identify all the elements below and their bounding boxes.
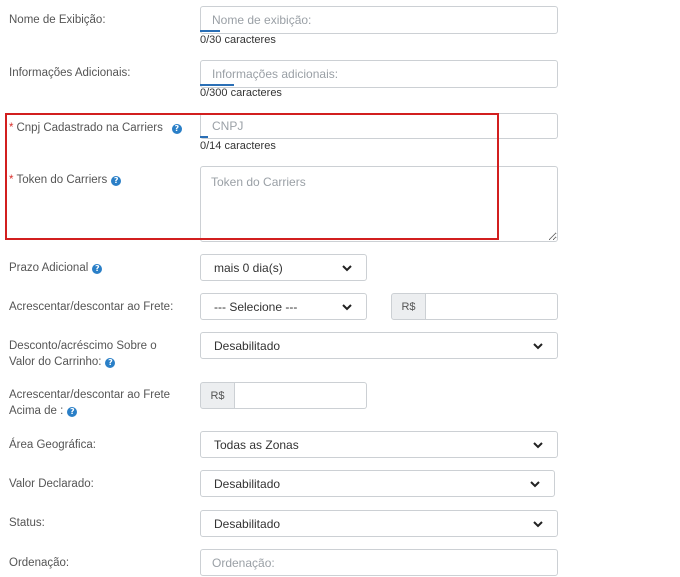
token-label: * Token do Carriers? bbox=[9, 172, 122, 188]
token-required-mark: * bbox=[9, 174, 14, 186]
token-label-text: Token do Carriers bbox=[16, 174, 108, 186]
ordenacao-input[interactable] bbox=[200, 549, 558, 576]
area-select-value: Todas as Zonas bbox=[214, 437, 299, 452]
token-textarea[interactable] bbox=[200, 166, 558, 242]
frete-acima-label-line2: Acima de : bbox=[9, 405, 64, 417]
display-name-focus-bar bbox=[200, 30, 220, 32]
frete-amount-input[interactable] bbox=[426, 293, 558, 320]
frete-acima-label: Acrescentar/descontar ao Frete Acima de … bbox=[9, 387, 170, 419]
cnpj-label: * Cnpj Cadastrado na Carriers? bbox=[9, 120, 182, 136]
frete-currency-addon: R$ bbox=[391, 293, 426, 320]
status-select-value: Desabilitado bbox=[214, 516, 281, 531]
ordenacao-label: Ordenação: bbox=[9, 557, 70, 569]
cnpj-focus-bar bbox=[200, 136, 208, 138]
status-label: Status: bbox=[9, 517, 45, 529]
valor-declarado-label: Valor Declarado: bbox=[9, 478, 94, 490]
cnpj-label-text: Cnpj Cadastrado na Carriers bbox=[16, 122, 163, 134]
desconto-carrinho-label-line2: Valor do Carrinho: bbox=[9, 356, 102, 368]
frete-acima-label-line1: Acrescentar/descontar ao Frete bbox=[9, 389, 171, 401]
desconto-carrinho-label: Desconto/acréscimo Sobre o Valor do Carr… bbox=[9, 338, 157, 370]
desconto-carrinho-label-line1: Desconto/acréscimo Sobre o bbox=[9, 340, 157, 352]
additional-info-input[interactable] bbox=[200, 60, 558, 88]
chevron-down-icon bbox=[530, 480, 540, 487]
chevron-down-icon bbox=[342, 264, 352, 271]
desconto-carrinho-select-value: Desabilitado bbox=[214, 338, 281, 353]
valor-declarado-select-value: Desabilitado bbox=[214, 476, 281, 491]
additional-info-label: Informações Adicionais: bbox=[9, 67, 131, 79]
area-select[interactable]: Todas as Zonas bbox=[200, 431, 558, 458]
additional-info-counter: 0/300 caracteres bbox=[200, 87, 282, 99]
area-label: Área Geográfica: bbox=[9, 439, 96, 451]
cnpj-help-icon[interactable]: ? bbox=[171, 124, 182, 134]
frete-label: Acrescentar/descontar ao Frete: bbox=[9, 301, 174, 313]
prazo-select-value: mais 0 dia(s) bbox=[214, 260, 283, 275]
chevron-down-icon bbox=[533, 342, 543, 349]
cnpj-required-mark: * bbox=[9, 122, 14, 134]
valor-declarado-select[interactable]: Desabilitado bbox=[200, 470, 555, 497]
desconto-carrinho-select[interactable]: Desabilitado bbox=[200, 332, 558, 359]
cnpj-input[interactable] bbox=[200, 113, 558, 139]
frete-acima-currency-addon: R$ bbox=[200, 382, 235, 409]
chevron-down-icon bbox=[533, 520, 543, 527]
status-select[interactable]: Desabilitado bbox=[200, 510, 558, 537]
display-name-input[interactable] bbox=[200, 6, 558, 34]
cnpj-counter: 0/14 caracteres bbox=[200, 140, 276, 152]
chevron-down-icon bbox=[342, 303, 352, 310]
desconto-carrinho-help-icon[interactable]: ? bbox=[105, 358, 116, 368]
frete-acima-amount-input[interactable] bbox=[235, 382, 367, 409]
frete-select[interactable]: --- Selecione --- bbox=[200, 293, 367, 320]
prazo-help-icon[interactable]: ? bbox=[92, 264, 103, 274]
display-name-label: Nome de Exibição: bbox=[9, 14, 106, 26]
display-name-counter: 0/30 caracteres bbox=[200, 34, 276, 46]
prazo-label: Prazo Adicional? bbox=[9, 260, 103, 276]
frete-acima-help-icon[interactable]: ? bbox=[67, 407, 78, 417]
prazo-select[interactable]: mais 0 dia(s) bbox=[200, 254, 367, 281]
additional-info-focus-bar bbox=[200, 84, 234, 86]
chevron-down-icon bbox=[533, 441, 543, 448]
token-help-icon[interactable]: ? bbox=[111, 176, 122, 186]
frete-select-value: --- Selecione --- bbox=[214, 299, 298, 314]
prazo-label-text: Prazo Adicional bbox=[9, 262, 89, 274]
